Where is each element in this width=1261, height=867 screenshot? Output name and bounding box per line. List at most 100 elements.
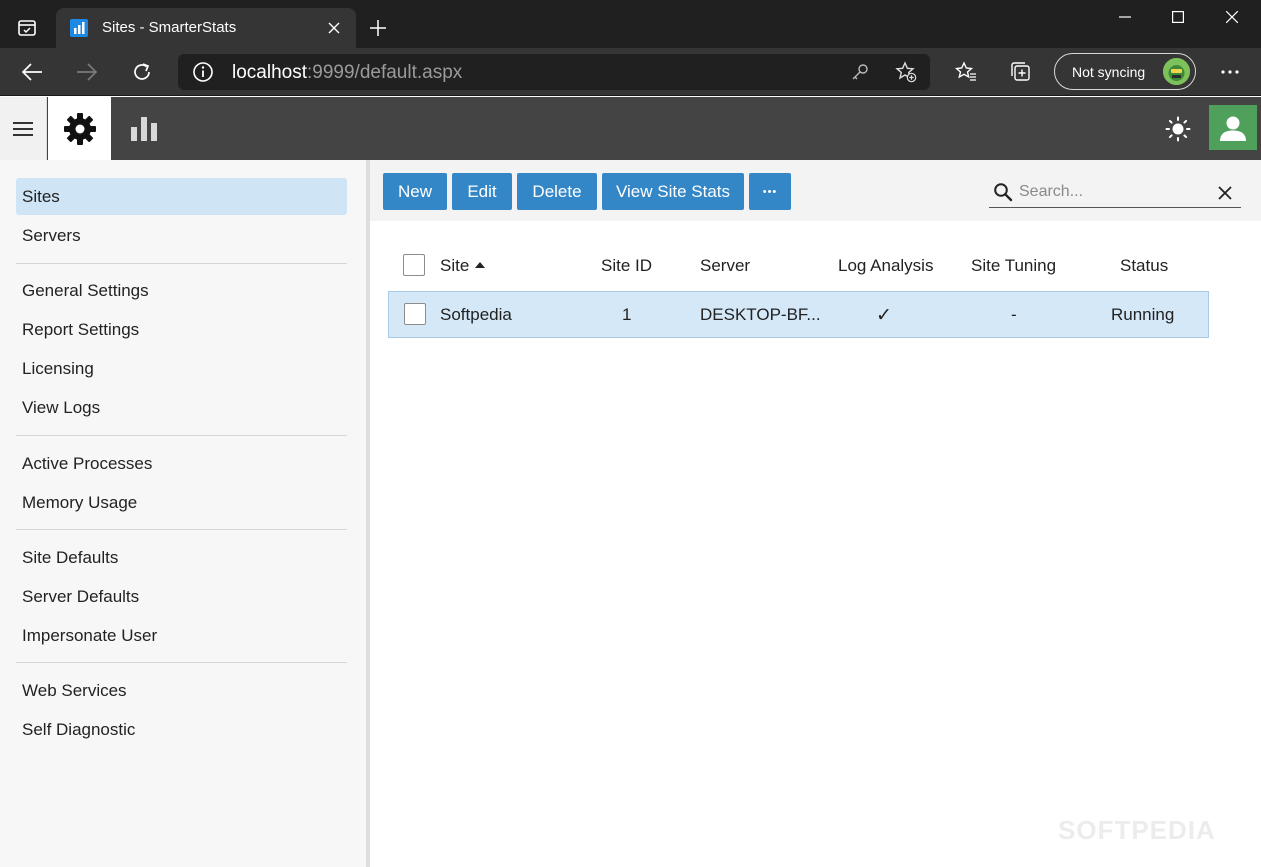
cell-log-analysis-check-icon: ✓ — [876, 305, 892, 326]
url-host: localhost — [232, 62, 307, 83]
view-site-stats-button[interactable]: View Site Stats — [602, 173, 744, 210]
user-menu-button[interactable] — [1209, 105, 1257, 150]
browser-tab-active[interactable]: Sites - SmarterStats — [56, 8, 356, 48]
sites-table-header: Site Site ID Server Log Analysis Site Tu… — [388, 245, 1209, 285]
column-header-log-analysis[interactable]: Log Analysis — [838, 256, 933, 276]
profile-sync-button[interactable]: Not syncing — [1054, 53, 1196, 90]
sidebar-item-memory-usage[interactable]: Memory Usage — [16, 484, 347, 521]
column-header-site-tuning[interactable]: Site Tuning — [971, 256, 1056, 276]
browser-address-bar: localhost:9999/default.aspx Not syncing — [0, 48, 1261, 96]
cell-site: Softpedia — [440, 305, 512, 324]
minimize-icon — [1119, 16, 1131, 18]
reports-tab[interactable] — [112, 97, 175, 160]
sidebar-item-self-diagnostic[interactable]: Self Diagnostic — [16, 711, 347, 748]
column-header-server[interactable]: Server — [700, 256, 750, 276]
password-key-button[interactable] — [848, 60, 872, 84]
info-icon[interactable] — [192, 61, 214, 83]
cell-status: Running — [1111, 305, 1175, 324]
plus-icon — [370, 20, 386, 36]
app-header — [0, 97, 1261, 160]
sidebar-divider — [16, 529, 347, 530]
arrow-left-icon — [21, 63, 42, 81]
sidebar-item-sites[interactable]: Sites — [16, 178, 347, 215]
column-header-site[interactable]: Site — [440, 256, 486, 276]
search-clear-button[interactable] — [1215, 183, 1235, 203]
tab-actions-button[interactable] — [6, 9, 48, 47]
table-row[interactable]: Softpedia 1 DESKTOP-BF... ✓ - Running — [388, 291, 1209, 338]
sync-status-label: Not syncing — [1072, 64, 1146, 80]
sun-icon — [1165, 116, 1191, 142]
refresh-button[interactable] — [125, 56, 159, 88]
sidebar-item-site-defaults[interactable]: Site Defaults — [16, 539, 347, 576]
sidebar-item-active-processes[interactable]: Active Processes — [16, 445, 347, 482]
theme-toggle-button[interactable] — [1158, 109, 1198, 149]
collections-button[interactable] — [1006, 58, 1036, 86]
search-box — [989, 177, 1241, 208]
maximize-button[interactable] — [1153, 0, 1203, 34]
add-favorite-button[interactable] — [894, 60, 918, 84]
sidebar-item-impersonate-user[interactable]: Impersonate User — [16, 617, 347, 654]
tab-actions-icon — [18, 20, 36, 36]
row-checkbox[interactable] — [404, 303, 426, 325]
column-header-site-id[interactable]: Site ID — [601, 256, 652, 276]
new-tab-button[interactable] — [364, 14, 392, 42]
cell-server: DESKTOP-BF... — [700, 305, 821, 324]
sidebar-item-view-logs[interactable]: View Logs — [16, 389, 347, 426]
edit-button[interactable]: Edit — [452, 173, 512, 210]
url-bar[interactable]: localhost:9999/default.aspx — [178, 54, 930, 90]
browser-menu-button[interactable] — [1215, 58, 1245, 86]
favorites-button[interactable] — [951, 58, 981, 86]
sidebar: Sites Servers General Settings Report Se… — [0, 160, 366, 867]
url-path: :9999/default.aspx — [307, 62, 463, 83]
sidebar-item-web-services[interactable]: Web Services — [16, 672, 347, 709]
settings-tab[interactable] — [48, 97, 111, 160]
arrow-right-icon — [77, 63, 98, 81]
sidebar-resize-handle[interactable] — [366, 160, 370, 867]
url-text: localhost:9999/default.aspx — [232, 62, 462, 84]
cell-site-id: 1 — [622, 305, 632, 324]
refresh-icon — [134, 63, 150, 80]
select-all-checkbox[interactable] — [403, 254, 425, 276]
sidebar-item-licensing[interactable]: Licensing — [16, 350, 347, 387]
close-icon — [1226, 11, 1238, 23]
more-actions-button[interactable]: ••• — [749, 173, 791, 210]
favorites-icon — [955, 61, 976, 81]
sidebar-item-report-settings[interactable]: Report Settings — [16, 311, 347, 348]
gear-icon — [63, 112, 96, 145]
sites-toolbar: New Edit Delete View Site Stats ••• — [370, 160, 1261, 221]
more-horizontal-icon — [1221, 70, 1239, 74]
search-icon — [994, 183, 1013, 202]
browser-tab-strip: Sites - SmarterStats — [0, 0, 1261, 48]
key-icon — [852, 64, 868, 80]
collections-icon — [1011, 62, 1030, 81]
delete-button[interactable]: Delete — [517, 173, 597, 210]
cell-site-tuning: - — [1011, 305, 1017, 324]
tab-close-button[interactable] — [324, 18, 344, 38]
user-icon — [1220, 116, 1246, 141]
watermark: SOFTPEDIA — [1058, 815, 1216, 845]
column-header-status[interactable]: Status — [1120, 256, 1168, 276]
minimize-button[interactable] — [1100, 0, 1150, 34]
new-button[interactable]: New — [383, 173, 447, 210]
column-header-site-label: Site — [440, 256, 470, 275]
menu-toggle-button[interactable] — [0, 97, 47, 160]
sidebar-divider — [16, 662, 347, 663]
close-icon — [1218, 186, 1232, 200]
sidebar-divider — [16, 435, 347, 436]
close-icon — [328, 22, 340, 34]
sort-ascending-icon — [475, 262, 486, 268]
sidebar-item-general-settings[interactable]: General Settings — [16, 272, 347, 309]
bar-chart-icon — [130, 116, 157, 141]
profile-avatar-icon — [1163, 58, 1190, 85]
sidebar-item-server-defaults[interactable]: Server Defaults — [16, 578, 347, 615]
sidebar-item-servers[interactable]: Servers — [16, 217, 347, 254]
forward-button[interactable] — [70, 56, 104, 88]
smarterstats-favicon-icon — [70, 19, 88, 37]
sidebar-divider — [16, 263, 347, 264]
window-close-button[interactable] — [1207, 0, 1257, 34]
star-add-icon — [895, 61, 917, 83]
back-button[interactable] — [15, 56, 49, 88]
search-input[interactable] — [1019, 179, 1209, 205]
tab-title: Sites - SmarterStats — [102, 19, 237, 36]
maximize-icon — [1172, 11, 1184, 23]
